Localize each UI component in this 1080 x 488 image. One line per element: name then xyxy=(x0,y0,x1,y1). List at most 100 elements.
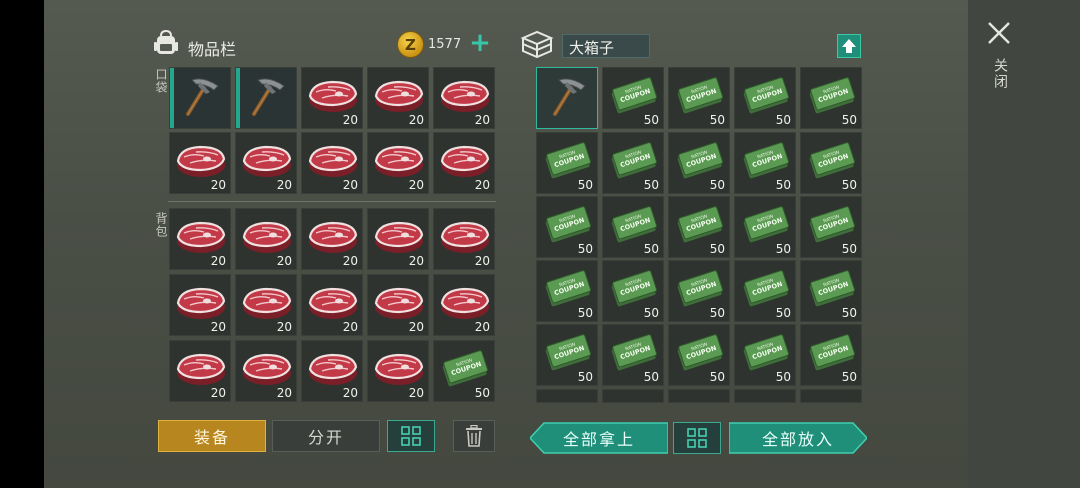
inventory-slot-raw-meat[interactable]: 20 xyxy=(433,67,495,129)
item-quantity: 50 xyxy=(643,178,659,192)
inventory-slot-raw-meat[interactable]: 20 xyxy=(169,274,231,336)
inventory-slot-raw-meat[interactable]: 20 xyxy=(367,67,429,129)
chest-slot-ration-coupon[interactable]: RATION COUPON 50 xyxy=(668,67,730,129)
inventory-slot-raw-meat[interactable]: 20 xyxy=(235,132,297,194)
chest-slot-ration-coupon[interactable]: RATION COUPON 50 xyxy=(734,196,796,258)
inventory-slot-raw-meat[interactable]: 20 xyxy=(301,208,363,270)
item-quantity: 20 xyxy=(276,320,292,334)
inventory-slot-raw-meat[interactable]: 20 xyxy=(169,208,231,270)
chest-slot-ration-coupon[interactable]: RATION COUPON 50 xyxy=(602,260,664,322)
chest-slot-ration-coupon[interactable]: RATION COUPON 50 xyxy=(668,324,730,386)
pickaxe-icon xyxy=(186,78,219,116)
item-quantity: 50 xyxy=(841,242,857,256)
chest-slot-partial[interactable] xyxy=(800,389,862,403)
chest-slot-ration-coupon[interactable]: RATION COUPON 50 xyxy=(734,67,796,129)
trash-button[interactable] xyxy=(453,420,495,452)
ration-coupon-icon: RATION COUPON xyxy=(442,350,489,387)
chest-slot-ration-coupon[interactable]: RATION COUPON 50 xyxy=(800,67,862,129)
raw-meat-icon xyxy=(440,145,490,177)
pocket-label: 口袋 xyxy=(154,68,168,94)
item-quantity: 50 xyxy=(643,242,659,256)
item-quantity: 20 xyxy=(342,178,358,192)
chest-slot-ration-coupon[interactable]: RATION COUPON 50 xyxy=(602,324,664,386)
take-all-button[interactable]: 全部拿上 xyxy=(530,422,668,454)
close-icon[interactable] xyxy=(986,20,1012,46)
item-quantity: 20 xyxy=(408,254,424,268)
ration-coupon-icon: RATION COUPON xyxy=(611,334,658,371)
chest-slot-ration-coupon[interactable]: RATION COUPON 50 xyxy=(536,196,598,258)
inventory-slot-raw-meat[interactable]: 20 xyxy=(367,208,429,270)
raw-meat-icon xyxy=(176,221,226,253)
raw-meat-icon xyxy=(242,221,292,253)
ration-coupon-icon: RATION COUPON xyxy=(545,142,592,179)
chest-name-field[interactable]: 大箱子 xyxy=(562,34,650,58)
ration-coupon-icon: RATION COUPON xyxy=(545,334,592,371)
raw-meat-icon xyxy=(374,353,424,385)
raw-meat-icon xyxy=(374,145,424,177)
chest-slot-ration-coupon[interactable]: RATION COUPON 50 xyxy=(800,324,862,386)
inventory-title: 物品栏 xyxy=(188,40,237,59)
raw-meat-icon xyxy=(440,287,490,319)
item-quantity: 50 xyxy=(841,306,857,320)
grid-view-button[interactable] xyxy=(387,420,435,452)
ration-coupon-icon: RATION COUPON xyxy=(677,77,724,114)
chest-slot-partial[interactable] xyxy=(602,389,664,403)
ration-coupon-icon: RATION COUPON xyxy=(743,334,790,371)
chest-slot-ration-coupon[interactable]: RATION COUPON 50 xyxy=(536,260,598,322)
inventory-slot-ration-coupon[interactable]: RATION COUPON 50 xyxy=(433,340,495,402)
chest-slot-ration-coupon[interactable]: RATION COUPON 50 xyxy=(800,196,862,258)
inventory-slot-raw-meat[interactable]: 20 xyxy=(235,274,297,336)
add-coins-button[interactable]: + xyxy=(468,29,492,57)
chest-slot-partial[interactable] xyxy=(734,389,796,403)
item-quantity: 20 xyxy=(474,320,490,334)
chest-slot-ration-coupon[interactable]: RATION COUPON 50 xyxy=(536,132,598,194)
chest-slot-ration-coupon[interactable]: RATION COUPON 50 xyxy=(602,67,664,129)
inventory-slot-raw-meat[interactable]: 20 xyxy=(433,274,495,336)
chest-slot-ration-coupon[interactable]: RATION COUPON 50 xyxy=(800,260,862,322)
inventory-slot-pickaxe[interactable] xyxy=(169,67,231,129)
chest-slot-ration-coupon[interactable]: RATION COUPON 50 xyxy=(602,132,664,194)
chest-name: 大箱子 xyxy=(569,39,615,57)
item-quantity: 50 xyxy=(841,370,857,384)
equip-button[interactable]: 装备 xyxy=(158,420,266,452)
chest-slot-ration-coupon[interactable]: RATION COUPON 50 xyxy=(668,132,730,194)
chest-slot-ration-coupon[interactable]: RATION COUPON 50 xyxy=(668,260,730,322)
chest-slot-ration-coupon[interactable]: RATION COUPON 50 xyxy=(602,196,664,258)
side-panel xyxy=(968,0,1080,488)
ration-coupon-icon: RATION COUPON xyxy=(743,77,790,114)
chest-slot-ration-coupon[interactable]: RATION COUPON 50 xyxy=(734,324,796,386)
inventory-slot-raw-meat[interactable]: 20 xyxy=(433,132,495,194)
chest-slot-ration-coupon[interactable]: RATION COUPON 50 xyxy=(668,196,730,258)
grid-view-button-chest[interactable] xyxy=(673,422,721,454)
put-all-button[interactable]: 全部放入 xyxy=(729,422,867,454)
inventory-slot-raw-meat[interactable]: 20 xyxy=(169,340,231,402)
ration-coupon-icon: RATION COUPON xyxy=(743,142,790,179)
chest-slot-ration-coupon[interactable]: RATION COUPON 50 xyxy=(800,132,862,194)
sort-up-button[interactable] xyxy=(837,34,861,58)
chest-slot-ration-coupon[interactable]: RATION COUPON 50 xyxy=(734,132,796,194)
item-quantity: 20 xyxy=(276,178,292,192)
inventory-slot-raw-meat[interactable]: 20 xyxy=(367,274,429,336)
chest-slot-ration-coupon[interactable]: RATION COUPON 50 xyxy=(536,324,598,386)
chest-slot-pickaxe[interactable] xyxy=(536,67,598,129)
chest-slot-ration-coupon[interactable]: RATION COUPON 50 xyxy=(734,260,796,322)
inventory-slot-raw-meat[interactable]: 20 xyxy=(169,132,231,194)
split-button[interactable]: 分开 xyxy=(272,420,380,452)
chest-slot-partial[interactable] xyxy=(536,389,598,403)
item-quantity: 20 xyxy=(342,320,358,334)
inventory-slot-raw-meat[interactable]: 20 xyxy=(301,132,363,194)
item-quantity: 50 xyxy=(775,178,791,192)
inventory-slot-raw-meat[interactable]: 20 xyxy=(301,67,363,129)
chest-slot-partial[interactable] xyxy=(668,389,730,403)
ration-coupon-icon: RATION COUPON xyxy=(611,77,658,114)
grid-icon xyxy=(687,428,707,448)
inventory-slot-raw-meat[interactable]: 20 xyxy=(367,132,429,194)
inventory-slot-raw-meat[interactable]: 20 xyxy=(235,340,297,402)
inventory-slot-raw-meat[interactable]: 20 xyxy=(367,340,429,402)
inventory-slot-pickaxe[interactable] xyxy=(235,67,297,129)
inventory-slot-raw-meat[interactable]: 20 xyxy=(235,208,297,270)
pocket-divider xyxy=(168,201,496,202)
inventory-slot-raw-meat[interactable]: 20 xyxy=(433,208,495,270)
inventory-slot-raw-meat[interactable]: 20 xyxy=(301,274,363,336)
inventory-slot-raw-meat[interactable]: 20 xyxy=(301,340,363,402)
